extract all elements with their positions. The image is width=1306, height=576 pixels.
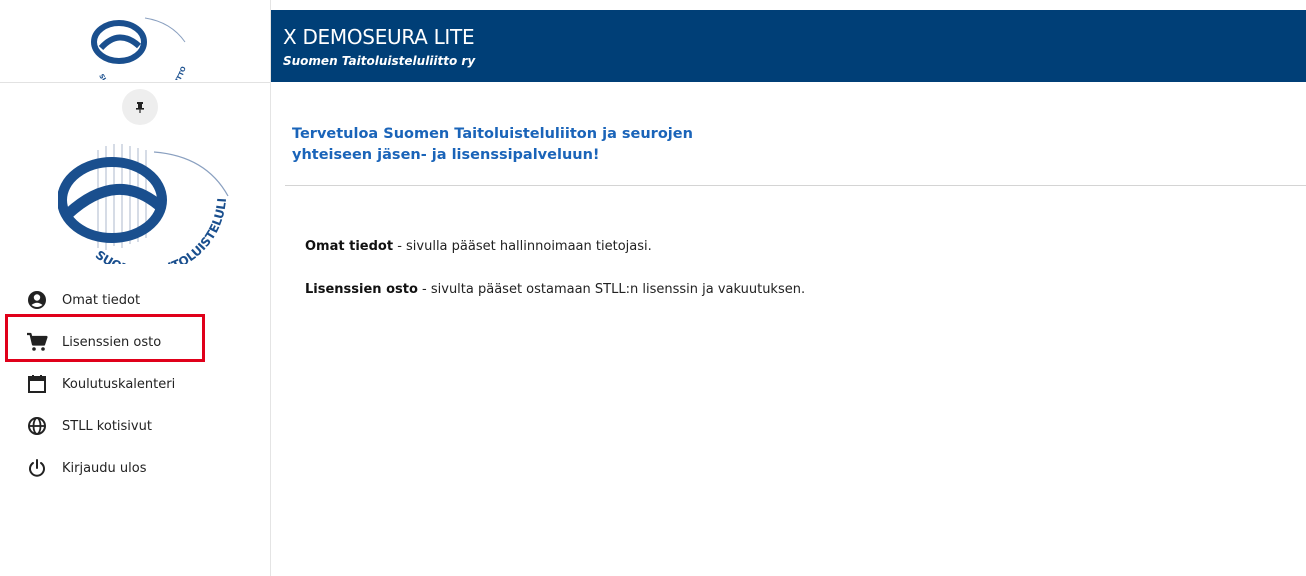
- svg-text:SUOMEN TAITOLUISTELULIITTO: SUOMEN TAITOLUISTELULIITTO: [97, 65, 188, 80]
- divider: [285, 185, 1306, 186]
- info-strong: Omat tiedot: [305, 239, 394, 254]
- federation-logo-small: SUOMEN TAITOLUISTELULIITTO: [91, 17, 188, 80]
- info-strong: Lisenssien osto: [305, 282, 418, 297]
- info-text: - sivulla pääset hallinnoimaan tietojasi…: [393, 239, 652, 254]
- sidebar-item-label: Omat tiedot: [62, 292, 141, 308]
- info-omat-tiedot: Omat tiedot - sivulla pääset hallinnoima…: [305, 239, 652, 254]
- sidebar-item-omat-tiedot[interactable]: Omat tiedot: [26, 280, 226, 320]
- sidebar-item-stll-kotisivut[interactable]: STLL kotisivut: [26, 406, 226, 446]
- sidebar-item-label: STLL kotisivut: [62, 418, 152, 434]
- calendar-icon: [26, 373, 48, 395]
- logo-small-text: SUOMEN TAITOLUISTELULIITTO: [97, 65, 188, 80]
- info-text: - sivulta pääset ostamaan STLL:n lisenss…: [417, 282, 806, 297]
- welcome-line-2: yhteiseen jäsen- ja lisenssipalveluun!: [292, 147, 600, 163]
- federation-logo-large: SUOMEN TAITOLUISTELULIITTO: [53, 127, 232, 278]
- sidebar: SUOMEN TAITOLUISTELULIITTO: [0, 0, 271, 576]
- sidebar-item-label: Lisenssien osto: [62, 334, 162, 350]
- globe-icon: [26, 415, 48, 437]
- sidebar-header-logo: SUOMEN TAITOLUISTELULIITTO: [0, 10, 270, 83]
- sidebar-item-label: Kirjaudu ulos: [62, 460, 147, 476]
- pin-sidebar-button[interactable]: [122, 89, 158, 125]
- welcome-line-1: Tervetuloa Suomen Taitoluisteluliiton ja…: [292, 126, 693, 142]
- info-lisenssien-osto: Lisenssien osto - sivulta pääset ostamaa…: [305, 282, 805, 297]
- sidebar-item-kirjaudu-ulos[interactable]: Kirjaudu ulos: [26, 448, 226, 488]
- app-header: X DEMOSEURA LITE Suomen Taitoluistelulii…: [271, 10, 1306, 82]
- cart-icon: [26, 331, 48, 353]
- app-subtitle: Suomen Taitoluisteluliitto ry: [283, 54, 476, 68]
- welcome-heading: Tervetuloa Suomen Taitoluisteluliiton ja…: [292, 124, 772, 166]
- app-title: X DEMOSEURA LITE: [283, 25, 475, 49]
- sidebar-item-lisenssien-osto[interactable]: Lisenssien osto: [26, 322, 226, 362]
- pin-icon: [136, 102, 144, 113]
- sidebar-item-label: Koulutuskalenteri: [62, 376, 176, 392]
- power-icon: [26, 457, 48, 479]
- sidebar-item-koulutuskalenteri[interactable]: Koulutuskalenteri: [26, 364, 226, 404]
- account-circle-icon: [26, 289, 48, 311]
